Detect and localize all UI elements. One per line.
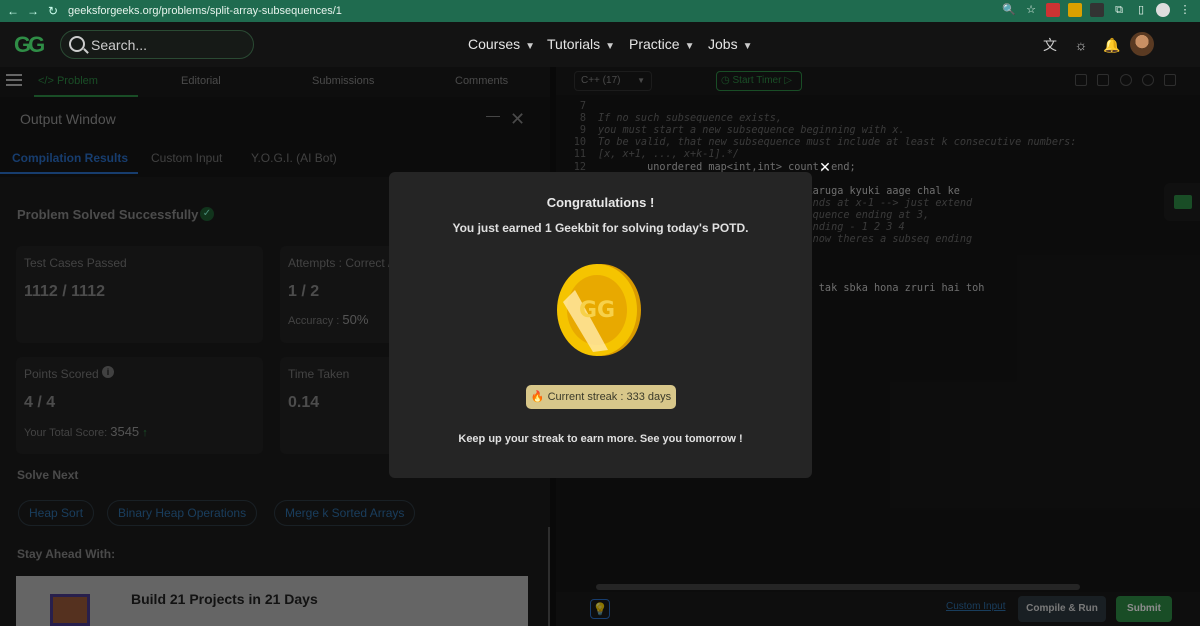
sidebar-icon[interactable]: ▯ (1134, 3, 1148, 17)
chevron-down-icon: ▼ (742, 41, 753, 52)
extension-icon[interactable] (1046, 3, 1060, 17)
menu-label: Courses (468, 36, 521, 52)
top-navbar: GG Search... Courses ▼ Tutorials ▼ Practic… (0, 22, 1200, 67)
current-streak-badge: 🔥 Current streak : 333 days (526, 385, 676, 409)
bookmark-star-icon[interactable]: ☆ (1024, 3, 1038, 17)
more-icon[interactable]: ⋮ (1178, 3, 1192, 17)
chevron-down-icon: ▼ (684, 41, 695, 52)
search-input[interactable]: Search... (60, 30, 254, 59)
close-icon[interactable]: ✕ (815, 157, 835, 177)
menu-tutorials[interactable]: Tutorials ▼ (547, 36, 615, 52)
menu-label: Tutorials (547, 36, 601, 52)
sun-icon[interactable]: ☼ (1071, 35, 1091, 55)
modal-footer-text: Keep up your streak to earn more. See yo… (458, 433, 743, 445)
menu-label: Practice (629, 36, 680, 52)
address-bar[interactable]: geeksforgeeks.org/problems/split-array-s… (68, 5, 342, 17)
search-placeholder: Search... (91, 37, 148, 53)
menu-label: Jobs (708, 36, 738, 52)
menu-courses[interactable]: Courses ▼ (468, 36, 535, 52)
menu-jobs[interactable]: Jobs ▼ (708, 36, 752, 52)
search-icon (69, 36, 85, 52)
browser-bar: ← → ↻ geeksforgeeks.org/problems/split-a… (0, 0, 1200, 22)
extensions-puzzle-icon[interactable]: ⧉ (1112, 3, 1126, 17)
avatar[interactable] (1130, 32, 1154, 56)
gfg-logo[interactable]: GG (14, 32, 45, 58)
back-icon[interactable]: ← (6, 4, 20, 18)
extension-icon[interactable] (1068, 3, 1082, 17)
forward-icon[interactable]: → (26, 4, 40, 18)
extension-icon[interactable] (1090, 3, 1104, 17)
profile-icon[interactable] (1156, 3, 1170, 17)
modal-title: Congratulations ! (546, 195, 655, 210)
congrats-modal: ✕ Congratulations ! You just earned 1 Ge… (389, 159, 831, 478)
coin-logo: GG (579, 298, 615, 323)
geekbit-coin-icon: GG (553, 262, 643, 358)
chevron-down-icon: ▼ (525, 41, 536, 52)
translate-icon[interactable]: 文 (1040, 35, 1060, 55)
modal-subtitle: You just earned 1 Geekbit for solving to… (452, 221, 749, 235)
bell-icon[interactable]: 🔔 (1102, 35, 1122, 55)
menu-practice[interactable]: Practice ▼ (629, 36, 694, 52)
reload-icon[interactable]: ↻ (46, 4, 60, 18)
zoom-icon[interactable]: 🔍 (1002, 3, 1016, 17)
chevron-down-icon: ▼ (605, 41, 616, 52)
